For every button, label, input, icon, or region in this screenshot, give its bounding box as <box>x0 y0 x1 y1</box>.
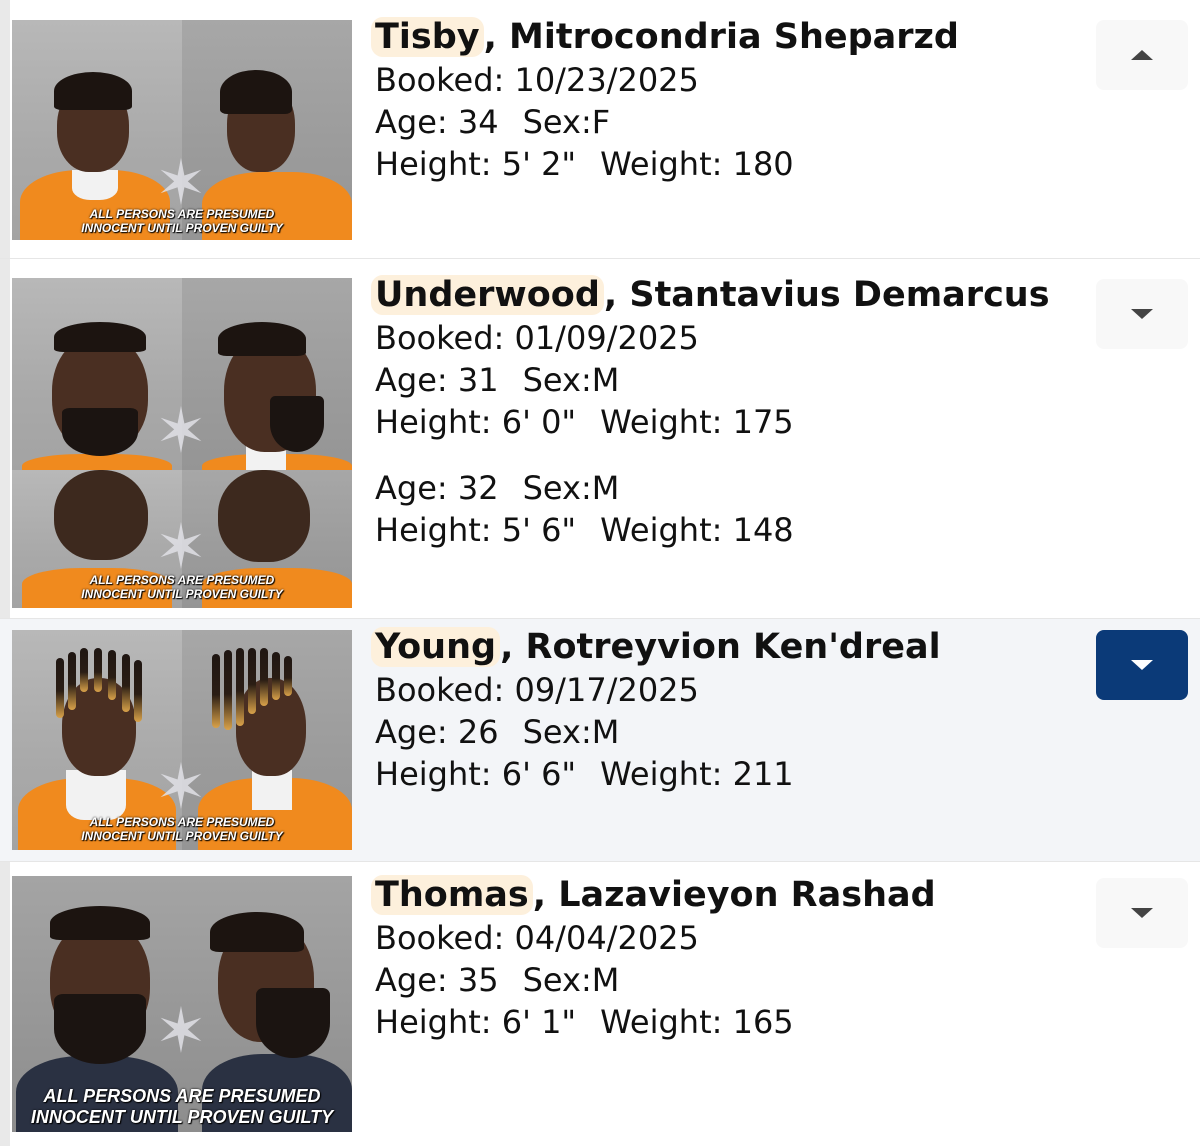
sex-label: Sex: <box>522 961 592 999</box>
sheriff-star-icon: ✶ <box>155 394 207 467</box>
disclaimer-caption: ALL PERSONS ARE PRESUMED INNOCENT UNTIL … <box>30 1086 334 1127</box>
sheriff-star-icon: ✶ <box>155 146 207 219</box>
sex-value: M <box>591 713 620 751</box>
disclaimer-caption: ALL PERSONS ARE PRESUMED INNOCENT UNTIL … <box>81 207 283 235</box>
inmate-row[interactable]: ✶ ALL PERSONS ARE PRESUMED INNOCENT UNTI… <box>0 0 1200 258</box>
chevron-down-icon <box>1131 660 1153 670</box>
weight-value: 180 <box>732 145 794 183</box>
last-name: Underwood <box>371 275 604 315</box>
age-value: 31 <box>457 361 499 399</box>
booked-date: 09/17/2025 <box>514 671 699 709</box>
height-value: 6' 1" <box>501 1003 577 1041</box>
booked-label: Booked: <box>375 919 505 957</box>
age-label: Age: <box>375 713 448 751</box>
age-value-2: 32 <box>457 469 499 507</box>
expand-button[interactable] <box>1096 878 1188 948</box>
inmate-name[interactable]: Young, Rotreyvion Ken'dreal <box>371 627 941 667</box>
booked-date: 01/09/2025 <box>514 319 699 357</box>
weight-label: Weight: <box>600 145 723 183</box>
first-names: , Rotreyvion Ken'dreal <box>500 627 941 667</box>
age-value: 35 <box>457 961 499 999</box>
height-label: Height: <box>375 511 492 549</box>
first-names: , Mitrocondria Sheparzd <box>483 17 959 57</box>
height-value-2: 5' 6" <box>501 511 577 549</box>
chevron-up-icon <box>1131 50 1153 60</box>
age-label: Age: <box>375 469 448 507</box>
chevron-down-icon <box>1131 908 1153 918</box>
inmate-details: Young, Rotreyvion Ken'dreal Booked: 09/1… <box>371 627 941 795</box>
height-value: 6' 0" <box>501 403 577 441</box>
last-name: Thomas <box>371 875 533 915</box>
weight-value: 175 <box>732 403 794 441</box>
sex-label: Sex: <box>522 713 592 751</box>
mugshot-image[interactable]: ✶ ALL PERSONS ARE PRESUMED INNOCENT UNTI… <box>12 630 352 850</box>
expand-button[interactable] <box>1096 630 1188 700</box>
sheriff-star-icon: ✶ <box>155 994 207 1067</box>
weight-label: Weight: <box>600 1003 723 1041</box>
weight-value: 165 <box>732 1003 794 1041</box>
inmate-name[interactable]: Thomas, Lazavieyon Rashad <box>371 875 936 915</box>
last-name: Tisby <box>371 17 484 57</box>
inmate-details: Thomas, Lazavieyon Rashad Booked: 04/04/… <box>371 875 936 1043</box>
sex-value: M <box>591 361 620 399</box>
sheriff-star-icon: ✶ <box>155 750 207 823</box>
height-value: 5' 2" <box>501 145 577 183</box>
height-label: Height: <box>375 403 492 441</box>
weight-label: Weight: <box>600 403 723 441</box>
age-label: Age: <box>375 103 448 141</box>
booked-label: Booked: <box>375 671 505 709</box>
chevron-down-icon <box>1131 309 1153 319</box>
mugshot-image[interactable]: ✶ ALL PERSONS ARE PRESUMED INNOCENT UNTI… <box>12 876 352 1132</box>
age-label: Age: <box>375 961 448 999</box>
sex-value: M <box>591 961 620 999</box>
height-value: 6' 6" <box>501 755 577 793</box>
inmate-row-selected[interactable]: ✶ ALL PERSONS ARE PRESUMED INNOCENT UNTI… <box>0 619 1200 861</box>
first-names: , Stantavius Demarcus <box>603 275 1050 315</box>
disclaimer-caption: ALL PERSONS ARE PRESUMED INNOCENT UNTIL … <box>81 573 283 601</box>
age-label: Age: <box>375 361 448 399</box>
booked-date: 10/23/2025 <box>514 61 699 99</box>
sex-value-2: M <box>591 469 620 507</box>
sex-label: Sex: <box>522 361 592 399</box>
weight-value-2: 148 <box>732 511 794 549</box>
inmate-row[interactable]: ✶ ✶ ALL PERSONS ARE PRESUMED INNOCENT UN… <box>0 259 1200 618</box>
height-label: Height: <box>375 1003 492 1041</box>
inmate-name[interactable]: Tisby, Mitrocondria Sheparzd <box>371 17 959 57</box>
age-value: 34 <box>457 103 499 141</box>
booked-date: 04/04/2025 <box>514 919 699 957</box>
height-label: Height: <box>375 145 492 183</box>
weight-label: Weight: <box>600 755 723 793</box>
sheriff-star-icon: ✶ <box>155 510 207 583</box>
age-value: 26 <box>457 713 499 751</box>
inmate-details: Underwood, Stantavius Demarcus Booked: 0… <box>371 275 1050 551</box>
mugshot-image[interactable]: ✶ ALL PERSONS ARE PRESUMED INNOCENT UNTI… <box>12 20 352 240</box>
inmate-name[interactable]: Underwood, Stantavius Demarcus <box>371 275 1050 315</box>
inmate-row[interactable]: ✶ ALL PERSONS ARE PRESUMED INNOCENT UNTI… <box>0 862 1200 1146</box>
inmate-details: Tisby, Mitrocondria Sheparzd Booked: 10/… <box>371 17 959 185</box>
expand-button[interactable] <box>1096 279 1188 349</box>
weight-value: 211 <box>732 755 794 793</box>
collapse-button[interactable] <box>1096 20 1188 90</box>
sex-label: Sex: <box>522 469 592 507</box>
first-names: , Lazavieyon Rashad <box>532 875 936 915</box>
weight-label: Weight: <box>600 511 723 549</box>
height-label: Height: <box>375 755 492 793</box>
last-name: Young <box>371 627 501 667</box>
booked-label: Booked: <box>375 319 505 357</box>
booked-label: Booked: <box>375 61 505 99</box>
disclaimer-caption: ALL PERSONS ARE PRESUMED INNOCENT UNTIL … <box>81 815 283 843</box>
sex-value: F <box>591 103 611 141</box>
sex-label: Sex: <box>522 103 592 141</box>
mugshot-image[interactable]: ✶ ✶ ALL PERSONS ARE PRESUMED INNOCENT UN… <box>12 278 352 608</box>
